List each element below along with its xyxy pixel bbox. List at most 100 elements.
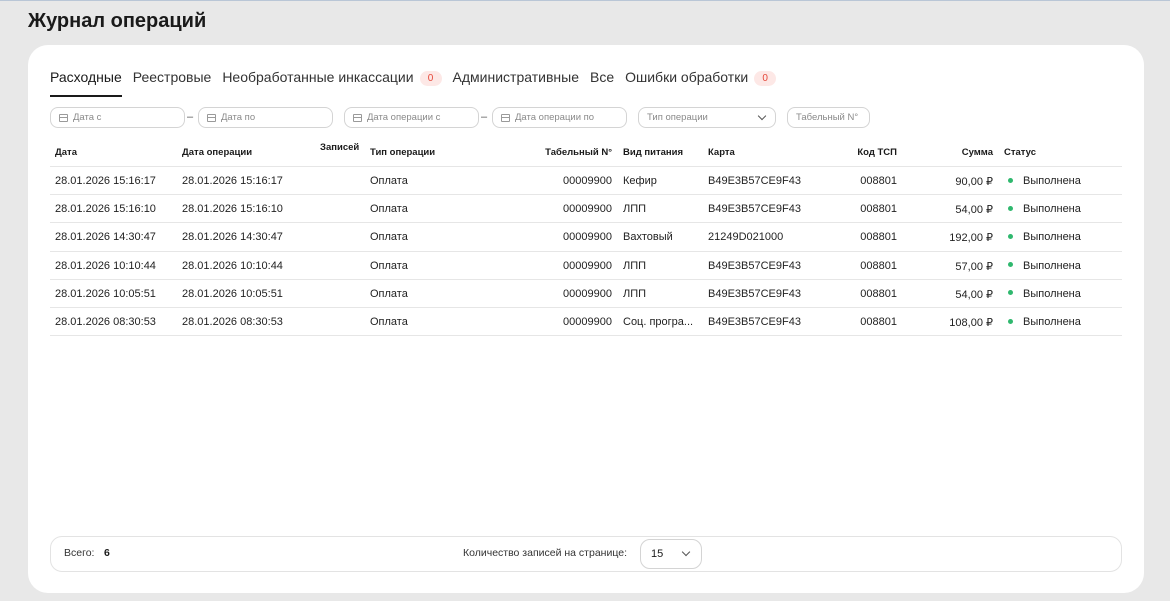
field-placeholder: Табельный N° xyxy=(796,112,859,123)
calendar-icon xyxy=(59,113,68,122)
tab-all[interactable]: Все xyxy=(590,69,614,97)
tab-processing-errors[interactable]: Ошибки обработки 0 xyxy=(625,69,777,97)
tab-count-badge: 0 xyxy=(754,71,777,86)
cell-op-type: Оплата xyxy=(370,231,408,244)
tabs-bar: Расходные Реестровые Необработанные инка… xyxy=(50,69,787,99)
cell-date: 28.01.2026 08:30:53 xyxy=(55,315,156,328)
calendar-icon xyxy=(501,113,510,122)
cell-status: Выполнена xyxy=(1008,203,1081,215)
cell-tsp: 008801 xyxy=(860,231,897,244)
col-records[interactable]: Записей xyxy=(320,142,359,153)
field-placeholder: Дата с xyxy=(73,112,102,123)
tab-label: Ошибки обработки xyxy=(625,69,749,85)
op-date-from-field[interactable]: Дата операции с xyxy=(344,107,479,128)
cell-food-type: ЛПП xyxy=(623,287,647,300)
tab-administrative[interactable]: Административные xyxy=(453,69,579,97)
table-header: Дата Дата операции Записей Тип операции … xyxy=(50,142,1122,167)
status-dot-icon xyxy=(1008,177,1013,183)
cell-op-date: 28.01.2026 10:05:51 xyxy=(182,287,283,300)
cell-op-date: 28.01.2026 15:16:17 xyxy=(182,175,283,187)
cell-status: Выполнена xyxy=(1008,288,1081,300)
cell-food-type: Кефир xyxy=(623,175,657,187)
range-dash: – xyxy=(481,111,488,123)
cell-card: B49E3B57CE9F43 xyxy=(708,175,801,187)
status-dot-icon xyxy=(1008,290,1013,296)
cell-card: B49E3B57CE9F43 xyxy=(708,259,801,272)
table-row[interactable]: 28.01.2026 15:16:10 28.01.2026 15:16:10 … xyxy=(50,195,1122,224)
cell-op-type: Оплата xyxy=(370,315,408,328)
page-title: Журнал операций xyxy=(28,10,207,32)
cell-status: Выполнена xyxy=(1008,175,1081,187)
status-dot-icon xyxy=(1008,205,1013,211)
cell-sum: 90,00 ₽ xyxy=(955,176,993,188)
cell-sum: 192,00 ₽ xyxy=(949,232,993,245)
cell-card: 21249D021000 xyxy=(708,231,784,244)
cell-tsp: 008801 xyxy=(860,287,897,300)
status-dot-icon xyxy=(1008,262,1013,268)
col-card[interactable]: Карта xyxy=(708,147,735,158)
cell-date: 28.01.2026 15:16:17 xyxy=(55,175,156,187)
cell-status: Выполнена xyxy=(1008,231,1081,243)
cell-op-type: Оплата xyxy=(370,203,408,216)
date-to-field[interactable]: Дата по xyxy=(198,107,333,128)
col-date[interactable]: Дата xyxy=(55,147,77,158)
cell-op-type: Оплата xyxy=(370,175,408,187)
cell-date: 28.01.2026 10:10:44 xyxy=(55,259,156,272)
tab-expenses[interactable]: Расходные xyxy=(50,69,122,97)
cell-card: B49E3B57CE9F43 xyxy=(708,203,801,216)
col-op-type[interactable]: Тип операции xyxy=(370,147,435,158)
cell-tsp: 008801 xyxy=(860,175,897,187)
calendar-icon xyxy=(353,113,362,122)
tab-registry[interactable]: Реестровые xyxy=(133,69,212,97)
col-op-date[interactable]: Дата операции xyxy=(182,147,252,158)
cell-card: B49E3B57CE9F43 xyxy=(708,315,801,328)
per-page-value: 15 xyxy=(651,548,664,560)
status-text: Выполнена xyxy=(1023,231,1081,244)
cell-sum: 108,00 ₽ xyxy=(949,316,993,329)
cell-op-type: Оплата xyxy=(370,287,408,300)
date-from-field[interactable]: Дата с xyxy=(50,107,185,128)
calendar-icon xyxy=(207,113,216,122)
cell-food-type: ЛПП xyxy=(623,259,647,272)
status-text: Выполнена xyxy=(1023,203,1081,216)
col-tab-no[interactable]: Табельный N° xyxy=(545,147,612,158)
tab-label: Все xyxy=(589,69,615,85)
cell-sum: 54,00 ₽ xyxy=(955,204,993,217)
col-tsp[interactable]: Код ТСП xyxy=(857,147,897,158)
op-type-select[interactable]: Тип операции xyxy=(638,107,776,128)
cell-tab-no: 00009900 xyxy=(563,231,612,244)
status-text: Выполнена xyxy=(1023,259,1081,272)
status-dot-icon xyxy=(1008,318,1013,324)
cell-status: Выполнена xyxy=(1008,316,1081,328)
cell-tab-no: 00009900 xyxy=(563,287,612,300)
table-row[interactable]: 28.01.2026 10:10:44 28.01.2026 10:10:44 … xyxy=(50,252,1122,280)
cell-date: 28.01.2026 15:16:10 xyxy=(55,203,156,216)
table-row[interactable]: 28.01.2026 15:16:17 28.01.2026 15:16:17 … xyxy=(50,167,1122,196)
cell-tsp: 008801 xyxy=(860,203,897,216)
table-row[interactable]: 28.01.2026 10:05:51 28.01.2026 10:05:51 … xyxy=(50,280,1122,308)
per-page-label: Количество записей на странице: xyxy=(463,547,627,559)
cell-food-type: Вахтовый xyxy=(623,231,673,244)
cell-tab-no: 00009900 xyxy=(563,175,612,187)
cell-food-type: ЛПП xyxy=(623,203,647,216)
cell-tab-no: 00009900 xyxy=(563,259,612,272)
per-page-select[interactable]: 15 xyxy=(640,539,702,569)
cell-tsp: 008801 xyxy=(860,315,897,328)
tab-number-field[interactable]: Табельный N° xyxy=(787,107,870,128)
cell-date: 28.01.2026 14:30:47 xyxy=(55,231,156,244)
op-date-to-field[interactable]: Дата операции по xyxy=(492,107,627,128)
tab-unprocessed-collections[interactable]: Необработанные инкассации 0 xyxy=(222,69,442,97)
status-dot-icon xyxy=(1008,233,1013,239)
tab-count-badge: 0 xyxy=(419,71,442,86)
table-row[interactable]: 28.01.2026 08:30:53 28.01.2026 08:30:53 … xyxy=(50,308,1122,337)
table-row[interactable]: 28.01.2026 14:30:47 28.01.2026 14:30:47 … xyxy=(50,223,1122,252)
status-text: Выполнена xyxy=(1023,175,1081,187)
cell-food-type: Соц. програ... xyxy=(623,315,694,328)
cell-op-type: Оплата xyxy=(370,259,408,272)
cell-tab-no: 00009900 xyxy=(563,315,612,328)
cell-op-date: 28.01.2026 14:30:47 xyxy=(182,231,283,244)
col-sum[interactable]: Сумма xyxy=(962,147,993,158)
status-text: Выполнена xyxy=(1023,315,1081,328)
col-status[interactable]: Статус xyxy=(1004,147,1036,158)
col-food-type[interactable]: Вид питания xyxy=(623,147,683,158)
